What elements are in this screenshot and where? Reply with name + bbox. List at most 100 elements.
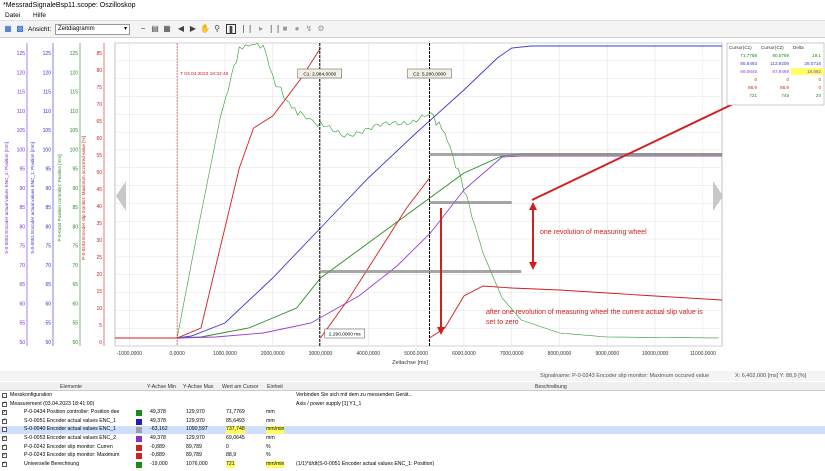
y-tick-label: 90 [72,186,78,192]
table-row[interactable]: S-0-0051 Encoder actual values ENC_1 49,3… [0,417,825,426]
table-row[interactable]: S-0-0040 Encoder actual values ENC_1 -63,… [0,426,825,434]
cursor-pair-icon[interactable]: ❘❘ [240,24,253,34]
row-checkbox[interactable] [2,400,7,408]
x-tick-label: 2000,0000 [261,351,285,357]
annotation-one-rev: one revolution of measuring wheel [540,229,647,236]
back-icon[interactable]: ◀ [176,24,186,34]
y-tick-label: 60 [96,136,102,142]
row-checkbox[interactable] [2,460,7,468]
y-tick-label: 75 [96,85,102,91]
col-description[interactable]: Beschreibung [535,384,567,390]
row-unit: mm [266,435,275,441]
row-name: Measurement (03.04.2023 18:41:00) [10,400,95,407]
row-checkbox[interactable] [2,443,7,451]
row-checkbox[interactable] [2,393,7,398]
row-checkbox[interactable] [2,409,7,416]
row-cursor-value: 71,7769 [226,409,245,416]
band-lower [320,270,522,273]
y-tick-label: 10 [96,306,102,312]
table-row[interactable]: Universelle Berechnung -19,000 1076,000 721… [0,460,825,469]
y-tick-label: 40 [96,204,102,210]
series-color-swatch[interactable] [136,444,142,451]
row-checkbox[interactable] [2,435,7,442]
series-color-swatch[interactable] [136,436,142,442]
y-tick-label: 95 [19,167,25,173]
table-row[interactable]: P-0-0243 Encoder slip monitor: Maximum -0… [0,452,825,460]
menu-help[interactable]: Hilfe [33,12,46,19]
y-tick-label: 80 [19,224,25,230]
y-tick-label: 125 [43,51,52,57]
y-axis-label: P-0-0434 Position controller: Position [… [57,154,62,241]
row-cursor-value: 737,748 [226,426,245,434]
table-row[interactable]: P-0-0434 Position controller: Position d… [0,409,825,417]
y-tick-label: 65 [45,282,51,288]
row-description: Axis / power supply [1] Y1_1 [296,400,362,407]
row-ymin: -19,000 [150,460,168,467]
zoom-icon[interactable]: ⚲ [212,24,222,34]
row-cursor-value: 69,0645 [226,435,245,441]
col-unit[interactable]: Einheit [267,384,283,390]
row-unit: mm [266,417,275,424]
save-icon[interactable]: ▩ [15,24,25,34]
y-tick-label: 100 [70,147,79,153]
y-tick-label: 110 [17,109,25,115]
chart-svg[interactable]: -1000,0000 0,0000 1000,0000 2000,0000 3000,0… [0,38,825,372]
y-tick-label: 65 [72,282,78,288]
zoom-in-icon[interactable]: ▤ [150,24,160,34]
band-upper [429,201,512,204]
y-tick-label: 60 [45,301,51,307]
zoom-out-icon[interactable]: − [138,24,148,34]
cursor-panel-cell: 113,9209 [770,61,789,66]
series-color-swatch[interactable] [136,410,142,417]
row-checkbox[interactable] [2,452,7,459]
series-color-swatch[interactable] [136,453,142,460]
grid-icon[interactable]: ▦ [162,24,172,34]
hand-icon[interactable]: ✋ [200,24,210,34]
y-tick-label: 90 [19,186,25,192]
view-label: Ansicht: [28,26,52,33]
oscilloscope-chart[interactable]: -1000,0000 0,0000 1000,0000 2000,0000 3000,0… [0,38,825,372]
play-icon[interactable]: ▸ [256,24,266,34]
col-ymax[interactable]: Y-Achse Max [183,384,213,390]
trigger-icon[interactable]: ↯ [304,24,314,34]
series-color-swatch[interactable] [136,418,142,425]
table-row[interactable]: S-0-0053 Encoder actual values ENC_2 49,3… [0,435,825,443]
row-cursor-value: 721 [226,460,235,469]
forward-icon[interactable]: ▶ [188,24,198,34]
row-cursor-value: 88,9 [226,452,237,459]
cursor-panel-header: Delta [793,45,804,50]
table-row[interactable]: P-0-0242 Encoder slip monitor: Curren -0,… [0,443,825,452]
row-checkbox[interactable] [2,417,7,425]
pause-icon[interactable]: ❙❙ [268,24,281,34]
x-axis-label: Zeitachse [ms] [392,360,428,366]
col-cursor-value[interactable]: Wert am Cursor [222,384,259,390]
table-row[interactable]: Measurement (03.04.2023 18:41:00) Axis / … [0,400,825,409]
row-ymin: 49,378 [150,409,166,416]
stop-icon[interactable]: ■ [280,24,290,34]
record-icon[interactable]: ● [292,24,302,34]
row-ymax: 129,970 [186,417,205,424]
y-tick-label: 25 [96,255,102,261]
row-ymin: 49,378 [150,435,166,441]
x-tick-label: 11000,0000 [690,351,716,357]
row-name: P-0-0243 Encoder slip monitor: Maximum [24,452,120,459]
x-tick-label: 9000,0000 [595,351,619,357]
row-checkbox[interactable] [2,427,7,433]
series-color-swatch[interactable] [136,461,142,468]
col-ymin[interactable]: Y-Achse Min [147,384,176,390]
settings-icon[interactable]: ⚙ [316,24,326,34]
layout-icon[interactable]: ▦ [3,24,13,34]
menu-file[interactable]: Datei [5,12,20,19]
table-header: Elemente Y-Achse Min Y-Achse Max Wert am… [0,382,825,391]
table-row[interactable]: Messkonfiguration Verbinden Sie sich mit … [0,392,825,400]
trigger-label: T 03.04.2023 18:32:46 [180,71,229,77]
cursor-panel-cell: 0 [818,77,821,82]
col-elements[interactable]: Elemente [60,384,82,390]
y-tick-label: 85 [19,205,25,211]
row-name: P-0-0242 Encoder slip monitor: Curren [24,443,113,450]
cursor-icon[interactable]: ❚ [226,24,236,34]
y-tick-label: 85 [45,205,51,211]
row-name: Universelle Berechnung [24,460,80,467]
series-color-swatch[interactable] [136,427,142,434]
view-select[interactable]: Zeitdiagramm ▾ [55,24,130,35]
